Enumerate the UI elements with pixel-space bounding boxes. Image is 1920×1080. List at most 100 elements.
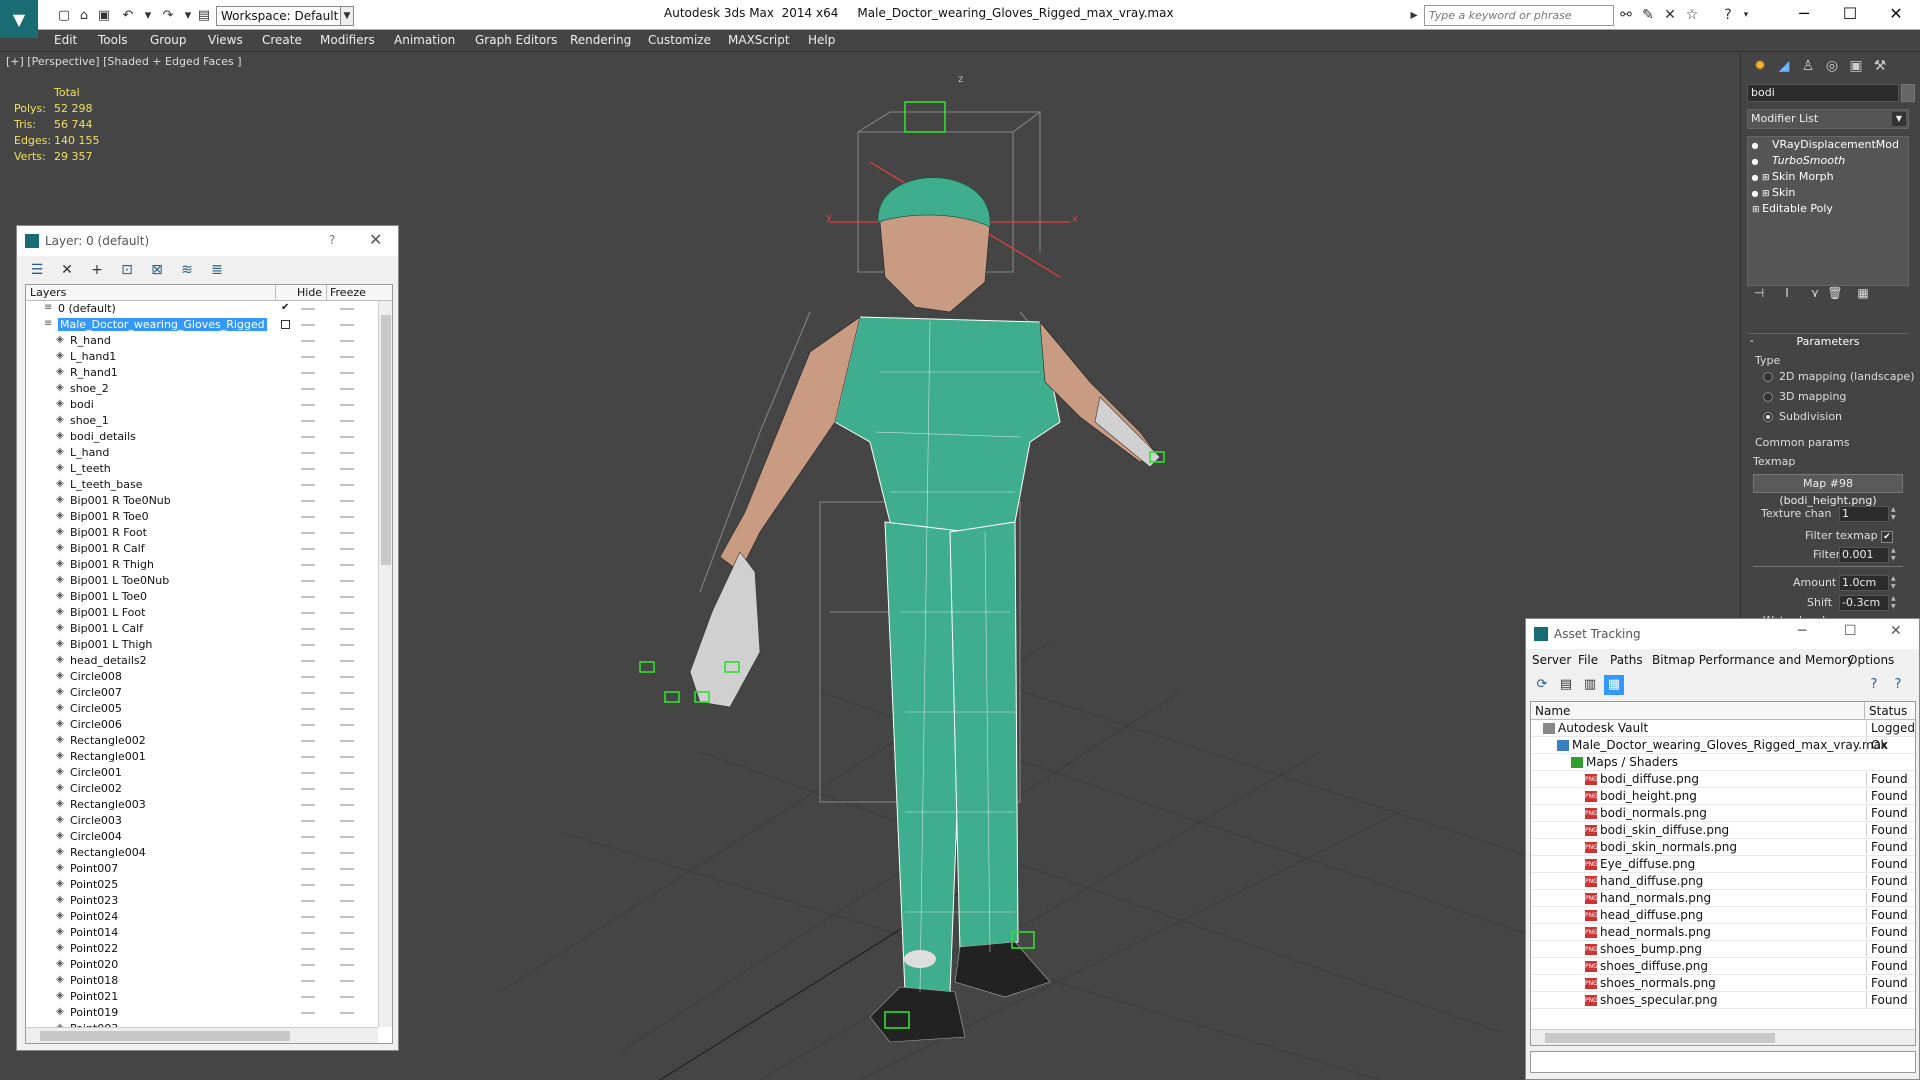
chevron-down-icon[interactable]: ▼ (1892, 112, 1906, 126)
freeze-toggle[interactable] (340, 724, 354, 726)
project-folder-icon[interactable]: ▤ (196, 7, 212, 23)
freeze-toggle[interactable] (340, 356, 354, 358)
communication-center-icon[interactable]: ✕ (1662, 7, 1678, 23)
hide-toggle[interactable] (301, 308, 315, 310)
hide-toggle[interactable] (301, 692, 315, 694)
col-hide-header[interactable]: Hide (297, 286, 322, 299)
layer-row[interactable]: ◈ bodi (26, 397, 376, 413)
freeze-toggle[interactable] (340, 964, 354, 966)
add-to-layer-icon[interactable]: + (87, 260, 107, 280)
shift-spinner[interactable]: ▲ ▼ (1891, 595, 1899, 611)
layer-row[interactable]: ◈ Bip001 R Toe0Nub (26, 493, 376, 509)
grid-view-icon[interactable]: ▦ (1604, 675, 1624, 695)
current-layer-check-icon[interactable]: ✔ (281, 302, 289, 313)
workspace-dropdown[interactable]: Workspace: Default (216, 6, 350, 26)
layer-row[interactable]: ◈ Point023 (26, 893, 376, 909)
freeze-toggle[interactable] (340, 692, 354, 694)
expand-icon[interactable]: ⊞ (1762, 170, 1772, 185)
save-file-icon[interactable]: ▣ (96, 7, 112, 23)
freeze-toggle[interactable] (340, 340, 354, 342)
asset-row[interactable]: PNG head_diffuse.png Found (1531, 907, 1915, 924)
redo-icon[interactable]: ↷ (160, 7, 176, 23)
pin-stack-icon[interactable]: ⊣ (1749, 286, 1769, 304)
eye-icon[interactable]: ● (1748, 138, 1762, 153)
asset-row[interactable]: Maps / Shaders (1531, 754, 1915, 771)
refresh-icon[interactable]: ⟳ (1532, 675, 1552, 695)
close-icon[interactable]: ✕ (369, 230, 382, 249)
layer-row[interactable]: ◈ Circle008 (26, 669, 376, 685)
amount-spinner[interactable]: ▲ ▼ (1891, 575, 1899, 591)
col-layers-header[interactable]: Layers (30, 286, 66, 299)
close-window-button[interactable]: ✕ (1874, 0, 1918, 30)
make-unique-icon[interactable]: ⋎ (1805, 286, 1825, 304)
filter-blur-field[interactable]: 0.001 (1839, 547, 1889, 563)
freeze-toggle[interactable] (340, 420, 354, 422)
hide-toggle[interactable] (301, 676, 315, 678)
configure-modifier-sets-icon[interactable]: ▦ (1853, 286, 1873, 304)
asset-row[interactable]: PNG shoes_diffuse.png Found (1531, 958, 1915, 975)
layer-row[interactable]: ◈ Bip001 L Thigh (26, 637, 376, 653)
asset-row[interactable]: PNG Eye_diffuse.png Found (1531, 856, 1915, 873)
filter-texmap-checkbox[interactable]: ✔ (1881, 531, 1893, 543)
maximize-window-button[interactable]: ☐ (1828, 0, 1872, 30)
hide-toggle[interactable] (301, 340, 315, 342)
favorites-star-icon[interactable]: ☆ (1684, 7, 1700, 23)
asset-row[interactable]: PNG hand_diffuse.png Found (1531, 873, 1915, 890)
keyword-search-input[interactable]: Type a keyword or phrase (1424, 5, 1614, 26)
layer-row[interactable]: ◈ L_teeth_base (26, 477, 376, 493)
layer-row[interactable]: ◈ Circle006 (26, 717, 376, 733)
freeze-toggle[interactable] (340, 980, 354, 982)
hide-toggle[interactable] (301, 708, 315, 710)
layer-row[interactable]: ◈ Point007 (26, 861, 376, 877)
freeze-toggle[interactable] (340, 772, 354, 774)
freeze-toggle[interactable] (340, 468, 354, 470)
layer-row[interactable]: ◈ Point020 (26, 957, 376, 973)
horizontal-scrollbar[interactable] (26, 1027, 378, 1043)
layer-row[interactable]: ◈ Bip001 R Thigh (26, 557, 376, 573)
freeze-toggle[interactable] (340, 868, 354, 870)
asset-menu-paths[interactable]: Paths (1610, 653, 1643, 667)
hide-toggle[interactable] (301, 804, 315, 806)
layer-row[interactable]: ◈ Rectangle002 (26, 733, 376, 749)
layer-row[interactable]: ◈ R_hand1 (26, 365, 376, 381)
layer-row[interactable]: ◈ Bip001 R Toe0 (26, 509, 376, 525)
freeze-toggle[interactable] (340, 884, 354, 886)
layer-row[interactable]: ◈ Point018 (26, 973, 376, 989)
freeze-toggle[interactable] (340, 756, 354, 758)
close-icon[interactable]: ✕ (1890, 623, 1902, 639)
layer-row[interactable]: ◈ Bip001 L Calf (26, 621, 376, 637)
radio-subdivision[interactable] (1763, 412, 1773, 422)
motion-tab-icon[interactable]: ◎ (1821, 55, 1843, 77)
col-name-header[interactable]: Name (1535, 704, 1570, 718)
hide-toggle[interactable] (301, 372, 315, 374)
layer-row[interactable]: ◈ Point022 (26, 941, 376, 957)
hide-toggle[interactable] (301, 884, 315, 886)
layer-row[interactable]: ◈ L_hand (26, 445, 376, 461)
utilities-tab-icon[interactable]: ⚒ (1869, 55, 1891, 77)
horizontal-scrollbar[interactable] (1531, 1029, 1915, 1045)
stack-item[interactable]: ● VRayDisplacementMod (1748, 137, 1908, 153)
hide-toggle[interactable] (301, 564, 315, 566)
layer-row[interactable]: ◈ Circle005 (26, 701, 376, 717)
hide-toggle[interactable] (301, 900, 315, 902)
hide-toggle[interactable] (301, 324, 315, 326)
freeze-toggle[interactable] (340, 948, 354, 950)
layer-row[interactable]: ◈ Rectangle003 (26, 797, 376, 813)
layer-row[interactable]: ◈ Circle007 (26, 685, 376, 701)
object-name-field[interactable]: bodi (1747, 84, 1899, 102)
eye-icon[interactable]: ● (1748, 186, 1762, 201)
hide-toggle[interactable] (301, 468, 315, 470)
freeze-all-layers-icon[interactable]: ≣ (207, 260, 227, 280)
hide-toggle[interactable] (301, 740, 315, 742)
expand-search-icon[interactable]: ▸ (1406, 7, 1422, 23)
freeze-toggle[interactable] (340, 388, 354, 390)
hide-toggle[interactable] (301, 932, 315, 934)
layer-row[interactable]: ◈ Point021 (26, 989, 376, 1005)
asset-row[interactable]: PNG shoes_bump.png Found (1531, 941, 1915, 958)
hide-toggle[interactable] (301, 964, 315, 966)
help-icon[interactable]: ? (1864, 675, 1884, 695)
menu-create[interactable]: Create (262, 33, 302, 47)
hide-toggle[interactable] (301, 756, 315, 758)
freeze-toggle[interactable] (340, 820, 354, 822)
layer-row[interactable]: ◈ L_hand1 (26, 349, 376, 365)
